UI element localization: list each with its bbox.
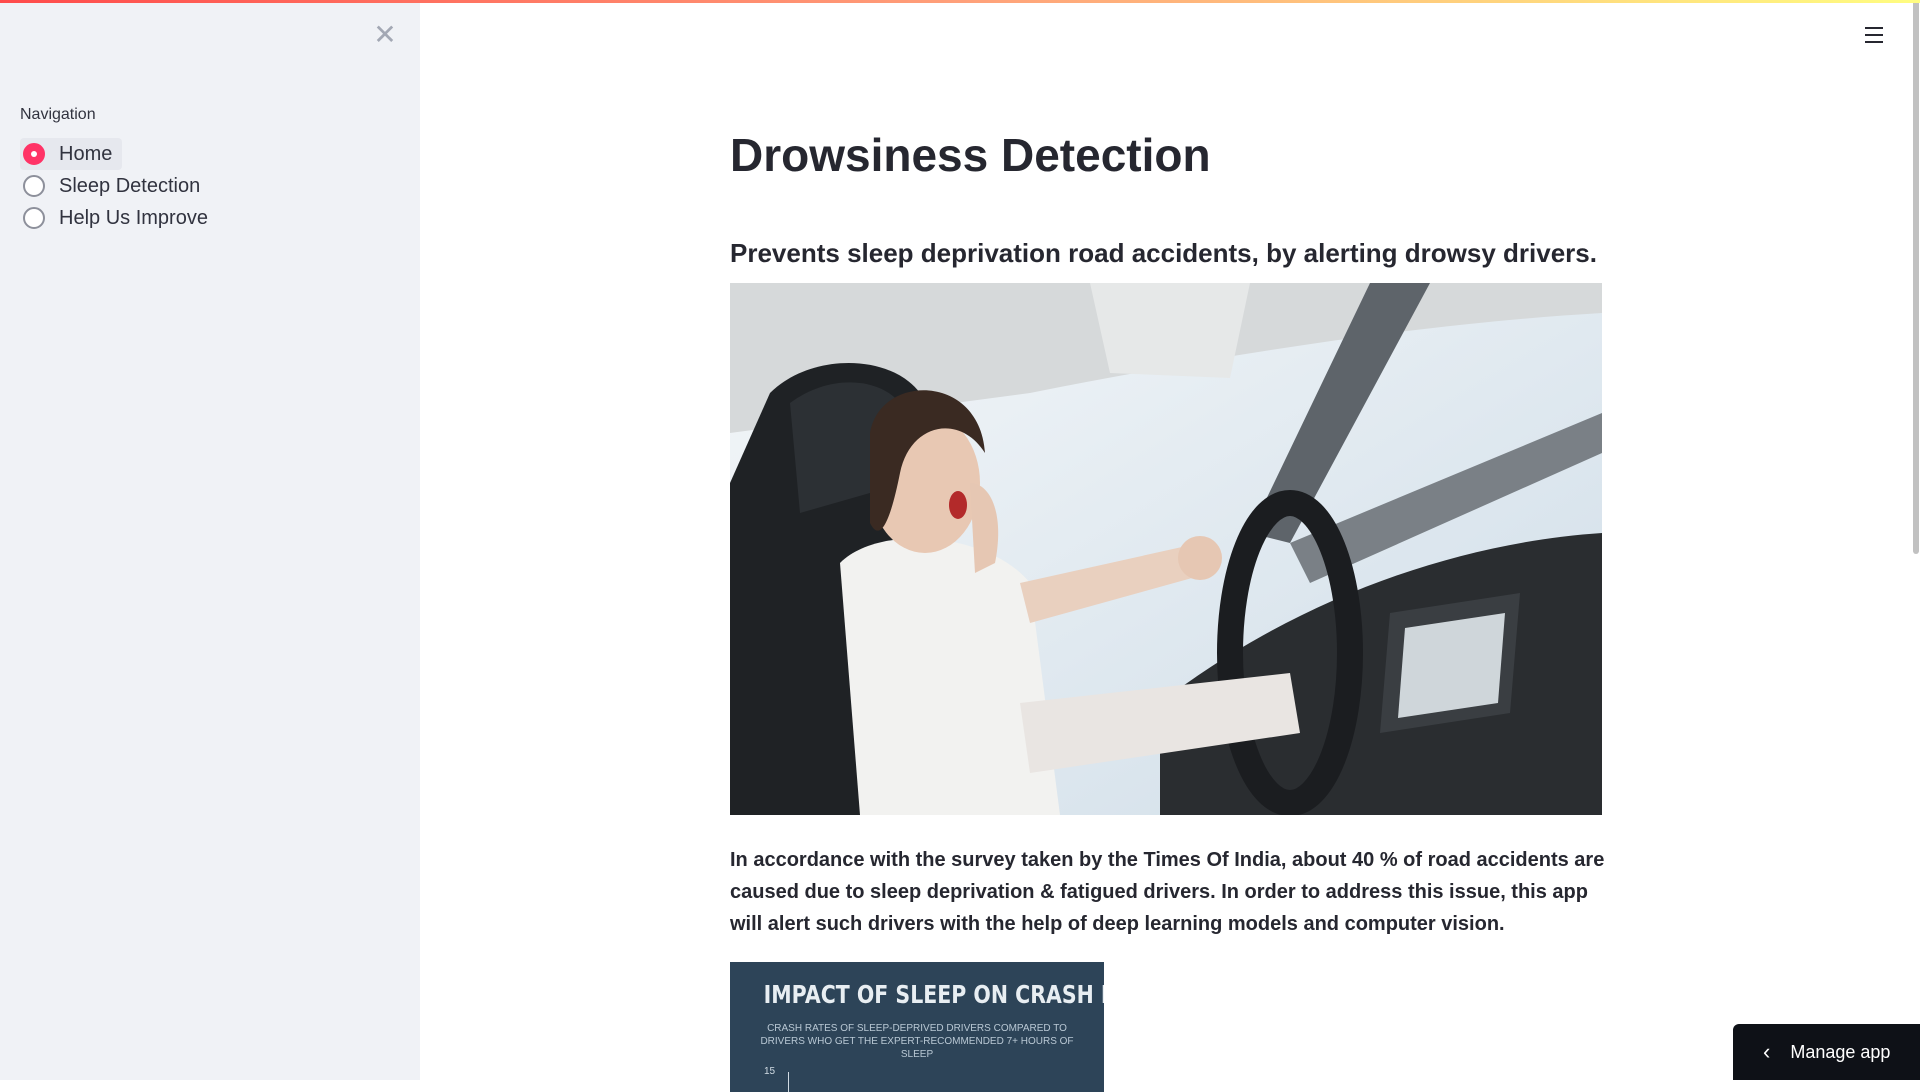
nav-radio-help-us-improve[interactable]: Help Us Improve bbox=[20, 202, 218, 234]
main-menu-button[interactable] bbox=[1860, 22, 1888, 50]
scrollbar-thumb[interactable] bbox=[1913, 0, 1919, 554]
top-decoration-stripe bbox=[0, 0, 1920, 3]
sidebar: ✕ Navigation Home Sleep Detection Help U… bbox=[0, 0, 420, 1080]
hamburger-bar bbox=[1865, 34, 1883, 36]
hamburger-menu-icon bbox=[1865, 27, 1883, 29]
manage-app-label: Manage app bbox=[1790, 1041, 1891, 1062]
radio-unselected-icon[interactable] bbox=[23, 175, 45, 197]
navigation-label: Navigation bbox=[20, 106, 96, 123]
drowsy-driver-image bbox=[730, 283, 1602, 815]
close-sidebar-button[interactable]: ✕ bbox=[370, 20, 400, 50]
nav-radio-home[interactable]: Home bbox=[20, 138, 123, 170]
crash-risk-infographic: IMPACT OF SLEEP ON CRASH RISK CRASH RATE… bbox=[730, 962, 1104, 1092]
infographic-title: IMPACT OF SLEEP ON CRASH RISK bbox=[763, 980, 1104, 1009]
nav-radio-label: Help Us Improve bbox=[59, 206, 208, 229]
radio-unselected-icon[interactable] bbox=[23, 207, 45, 229]
infographic-axis-tick: 15 bbox=[764, 1066, 776, 1077]
infographic-subtitle: CRASH RATES OF SLEEP-DEPRIVED DRIVERS CO… bbox=[760, 1023, 1074, 1060]
nav-radio-label: Sleep Detection bbox=[59, 174, 201, 197]
intro-paragraph: In accordance with the survey taken by t… bbox=[730, 849, 1605, 935]
manage-app-button[interactable]: ‹ Manage app bbox=[1733, 1024, 1920, 1080]
navigation-radio-group: Home Sleep Detection Help Us Improve bbox=[20, 138, 218, 234]
nav-radio-sleep-detection[interactable]: Sleep Detection bbox=[20, 170, 210, 202]
infographic-axis-line bbox=[788, 1072, 789, 1092]
chevron-left-icon: ‹ bbox=[1763, 1039, 1771, 1064]
scrollbar[interactable] bbox=[1912, 0, 1920, 1080]
nav-radio-label: Home bbox=[59, 142, 113, 165]
page-title: Drowsiness Detection bbox=[730, 129, 1211, 181]
hamburger-bar bbox=[1865, 41, 1883, 43]
drowsy-driver-illustration bbox=[730, 283, 1602, 815]
close-icon: ✕ bbox=[373, 19, 397, 50]
radio-selected-icon[interactable] bbox=[23, 143, 45, 165]
page-subtitle: Prevents sleep deprivation road accident… bbox=[730, 238, 1597, 268]
